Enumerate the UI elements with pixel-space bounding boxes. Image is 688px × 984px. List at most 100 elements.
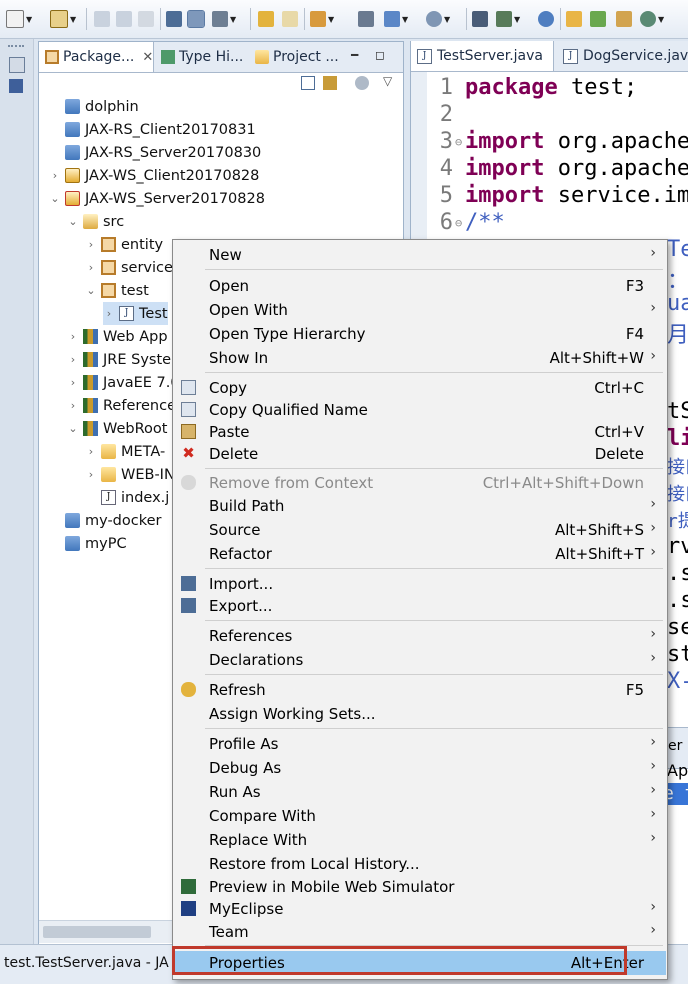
run-button[interactable]: ▼ [384,8,408,30]
tree-item-webroot[interactable]: ⌄ WebRoot [67,417,167,440]
search-button[interactable]: ▼ [426,8,450,30]
save-all-button[interactable] [116,8,132,30]
expand-arrow-icon[interactable]: › [67,353,79,366]
close-icon[interactable]: ✕ [142,50,153,65]
menu-item-open-with[interactable]: Open With › [174,298,666,322]
open-type-button[interactable] [166,8,182,30]
print-button[interactable] [138,8,154,30]
menu-item-declarations[interactable]: Declarations › [174,648,666,672]
view-menu-icon[interactable]: ▽ [383,74,392,88]
tree-item-web-app-libraries[interactable]: › Web App [67,325,168,348]
maximize-icon[interactable]: ◻ [375,48,385,62]
menu-item-compare-with[interactable]: Compare With › [174,804,666,828]
scrollbar-thumb[interactable] [43,926,151,938]
collapse-all-icon[interactable] [301,76,315,90]
fold-icon[interactable]: ⊖ [455,135,465,149]
menu-item-new[interactable]: New › [174,243,666,267]
tree-item-jaxws-client[interactable]: › JAX-WS_Client20170828 [49,164,260,187]
menu-item-open[interactable]: Open F3 [174,274,666,298]
external-tools-button[interactable]: ▼ [496,8,520,30]
tab-project-explorer[interactable]: Project ... [249,42,345,72]
code-line[interactable]: 2 [427,101,465,128]
forward-edit-button[interactable] [282,8,298,30]
tree-item-mypc[interactable]: myPC [49,532,127,555]
link-with-editor-icon[interactable] [323,76,337,90]
menu-item-import[interactable]: Import... [174,572,666,596]
menu-item-copy-qualified-name[interactable]: Copy Qualified Name [174,398,666,422]
tab-type-hierarchy[interactable]: Type Hi... [155,42,247,72]
menu-item-references[interactable]: References › [174,624,666,648]
tree-item-index-jsp[interactable]: Jindex.j [85,486,169,509]
menu-item-profile-as[interactable]: Profile As › [174,732,666,756]
code-line[interactable]: 1 package test; [427,74,637,101]
menu-item-refresh[interactable]: Refresh F5 [174,678,666,702]
new-server-button[interactable]: ▼ [310,8,334,30]
tree-item-src[interactable]: ⌄ src [67,210,124,233]
menu-item-delete[interactable]: ✖ Delete Delete [174,442,666,466]
menu-item-open-type-hierarchy[interactable]: Open Type Hierarchy F4 [174,322,666,346]
code-line[interactable]: 5 import service.imp [427,182,688,209]
tab-testserver-java[interactable]: J TestServer.java [411,41,554,71]
fold-icon[interactable]: ⊖ [455,216,465,230]
tree-item-referenced-libraries[interactable]: › Reference [67,394,176,417]
tree-item-my-docker[interactable]: my-docker [49,509,162,532]
code-line[interactable]: 3 ⊖ import org.apache [427,128,688,155]
collapse-arrow-icon[interactable]: ⌄ [85,284,97,297]
menu-item-copy[interactable]: Copy Ctrl+C [174,376,666,400]
menu-item-myeclipse[interactable]: MyEclipse › [174,897,666,921]
save-button[interactable] [94,8,110,30]
tree-item-jaxws-server[interactable]: ⌄ JAX-WS_Server20170828 [49,187,265,210]
menu-item-source[interactable]: Source Alt+Shift+S › [174,518,666,542]
open-console-button[interactable] [358,8,374,30]
menu-item-export[interactable]: Export... [174,594,666,618]
focus-icon[interactable] [355,76,369,90]
toggle-mark-button[interactable] [187,8,205,30]
menu-item-replace-with[interactable]: Replace With › [174,828,666,852]
web-tools-button[interactable]: ▼ [640,8,664,30]
browser-button[interactable] [538,8,554,30]
expand-arrow-icon[interactable]: › [85,261,97,274]
minimized-view-icon[interactable] [9,79,23,93]
menu-item-show-in[interactable]: Show In Alt+Shift+W › [174,346,666,370]
build-button[interactable]: ▼ [212,8,236,30]
menu-item-build-path[interactable]: Build Path › [174,494,666,518]
tree-item-test-package[interactable]: ⌄ test [85,279,148,302]
menu-item-paste[interactable]: Paste Ctrl+V [174,420,666,444]
expand-arrow-icon[interactable]: › [67,376,79,389]
menu-item-refactor[interactable]: Refactor Alt+Shift+T › [174,542,666,566]
tree-item-jre-system-library[interactable]: › JRE Syste [67,348,171,371]
new-file-button[interactable] [616,8,632,30]
perspective-button[interactable] [472,8,488,30]
trim-grip[interactable] [8,45,24,47]
menu-item-team[interactable]: Team › [174,920,666,944]
expand-arrow-icon[interactable]: › [85,238,97,251]
menu-item-assign-working-sets[interactable]: Assign Working Sets... [174,702,666,726]
menu-item-restore-local-history[interactable]: Restore from Local History... [174,852,666,876]
collapse-arrow-icon[interactable]: ⌄ [49,192,61,205]
add-project-button[interactable] [590,8,606,30]
tree-item-testserver-selected[interactable]: › J Test [103,302,168,325]
code-line[interactable]: 6 ⊖/** [427,209,505,236]
minimize-icon[interactable]: ━ [351,48,358,62]
new-project-button[interactable]: ▼ [50,8,76,30]
new-wizard-button[interactable]: ▼ [6,8,32,30]
open-folder-button[interactable] [566,8,582,30]
tree-item-jaxrs-client[interactable]: JAX-RS_Client20170831 [49,118,256,141]
expand-arrow-icon[interactable]: › [67,330,79,343]
collapse-arrow-icon[interactable]: ⌄ [67,215,79,228]
tab-dogservice-java[interactable]: J DogService.java [557,41,688,71]
code-line[interactable]: 4 import org.apache [427,155,688,182]
expand-arrow-icon[interactable]: › [103,307,115,320]
tab-package-explorer[interactable]: Package... ✕ [39,42,154,72]
expand-arrow-icon[interactable]: › [49,169,61,182]
menu-item-debug-as[interactable]: Debug As › [174,756,666,780]
restore-icon[interactable] [9,57,25,73]
tree-item-meta-inf[interactable]: › META- [85,440,165,463]
tree-item-javaee-library[interactable]: › JavaEE 7.0 [67,371,180,394]
tree-item-entity[interactable]: › entity [85,233,163,256]
collapse-arrow-icon[interactable]: ⌄ [67,422,79,435]
tree-item-web-inf[interactable]: › WEB-IN [85,463,175,486]
tree-item-dolphin[interactable]: dolphin [49,95,139,118]
tree-item-jaxrs-server[interactable]: JAX-RS_Server20170830 [49,141,261,164]
expand-arrow-icon[interactable]: › [85,468,97,481]
